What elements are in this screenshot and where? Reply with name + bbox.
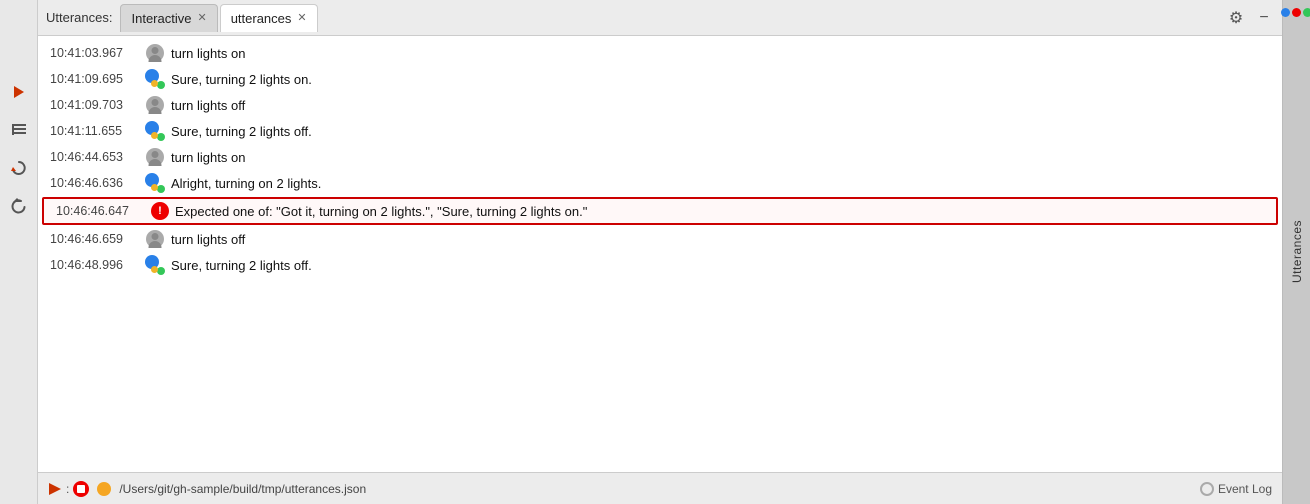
avatar-assistant <box>145 69 165 89</box>
right-sidebar-dots <box>1281 8 1310 17</box>
rs-dot-blue <box>1281 8 1290 17</box>
tab-prefix: Utterances: <box>46 10 112 25</box>
avatar-user <box>145 43 165 63</box>
utterance-text: turn lights on <box>171 46 1274 61</box>
utterance-text: turn lights off <box>171 98 1274 113</box>
timestamp: 10:41:09.695 <box>50 72 145 86</box>
utterance-row: 10:41:09.695 Sure, turning 2 lights on. <box>38 66 1282 92</box>
avatar-user <box>145 147 165 167</box>
tab-utterances-close[interactable]: ✕ <box>297 13 306 24</box>
play-icon[interactable] <box>7 80 31 104</box>
event-log-label: Event Log <box>1218 482 1272 496</box>
utterance-row-error: 10:46:46.647 ! Expected one of: "Got it,… <box>42 197 1278 225</box>
undo-icon[interactable] <box>7 194 31 218</box>
timestamp: 10:41:11.655 <box>50 124 145 138</box>
avatar-user <box>145 95 165 115</box>
utterance-text-error: Expected one of: "Got it, turning on 2 l… <box>175 204 1268 219</box>
list-icon[interactable] <box>7 118 31 142</box>
right-sidebar-label: Utterances <box>1290 220 1304 283</box>
utterance-row: 10:41:11.655 Sure, turning 2 lights off. <box>38 118 1282 144</box>
minimize-icon[interactable]: − <box>1254 8 1274 28</box>
timestamp: 10:46:44.653 <box>50 150 145 164</box>
utterance-row: 10:46:46.659 turn lights off <box>38 226 1282 252</box>
timestamp: 10:41:03.967 <box>50 46 145 60</box>
timestamp: 10:46:46.636 <box>50 176 145 190</box>
utterance-row: 10:46:46.636 Alright, turning on 2 light… <box>38 170 1282 196</box>
tab-interactive-close[interactable]: ✕ <box>197 13 206 24</box>
utterance-row: 10:41:03.967 turn lights on <box>38 40 1282 66</box>
status-dot-orange <box>97 482 111 496</box>
left-sidebar <box>0 0 38 504</box>
tab-interactive-label: Interactive <box>131 11 191 26</box>
event-log-button[interactable]: Event Log <box>1200 482 1272 496</box>
main-area: Utterances: Interactive ✕ utterances ✕ ⚙… <box>38 0 1282 504</box>
file-path: /Users/git/gh-sample/build/tmp/utterance… <box>119 482 366 496</box>
avatar-assistant <box>145 173 165 193</box>
rs-dot-green <box>1303 8 1310 17</box>
utterance-text: Sure, turning 2 lights off. <box>171 258 1274 273</box>
tab-bar: Utterances: Interactive ✕ utterances ✕ ⚙… <box>38 0 1282 36</box>
utterance-text: Sure, turning 2 lights off. <box>171 124 1274 139</box>
utterance-row: 10:41:09.703 turn lights off <box>38 92 1282 118</box>
utterances-list[interactable]: 10:41:03.967 turn lights on 10:41:09.695… <box>38 36 1282 472</box>
tab-utterances[interactable]: utterances ✕ <box>220 4 318 32</box>
utterance-row: 10:46:44.653 turn lights on <box>38 144 1282 170</box>
event-log-icon <box>1200 482 1214 496</box>
timestamp: 10:46:46.647 <box>56 204 151 218</box>
avatar-user <box>145 229 165 249</box>
timestamp: 10:46:48.996 <box>50 258 145 272</box>
timestamp: 10:46:46.659 <box>50 232 145 246</box>
avatar-assistant <box>145 255 165 275</box>
utterance-text: turn lights on <box>171 150 1274 165</box>
settings-icon[interactable]: ⚙ <box>1226 8 1246 28</box>
tab-utterances-label: utterances <box>231 11 292 26</box>
avatar-assistant <box>145 121 165 141</box>
utterance-text: turn lights off <box>171 232 1274 247</box>
timestamp: 10:41:09.703 <box>50 98 145 112</box>
right-sidebar[interactable]: Utterances <box>1282 0 1310 504</box>
rs-dot-red <box>1292 8 1301 17</box>
utterance-text: Sure, turning 2 lights on. <box>171 72 1274 87</box>
utterance-text: Alright, turning on 2 lights. <box>171 176 1274 191</box>
error-icon: ! <box>151 202 169 220</box>
utterance-row: 10:46:48.996 Sure, turning 2 lights off. <box>38 252 1282 278</box>
toolbar-icons: ⚙ − <box>1226 8 1274 28</box>
stop-icon[interactable] <box>73 481 89 497</box>
play-stop-icon[interactable]: : <box>48 481 89 497</box>
tab-interactive[interactable]: Interactive ✕ <box>120 4 217 32</box>
refresh-icon[interactable] <box>7 156 31 180</box>
bottom-bar: : /Users/git/gh-sample/build/tmp/utteran… <box>38 472 1282 504</box>
